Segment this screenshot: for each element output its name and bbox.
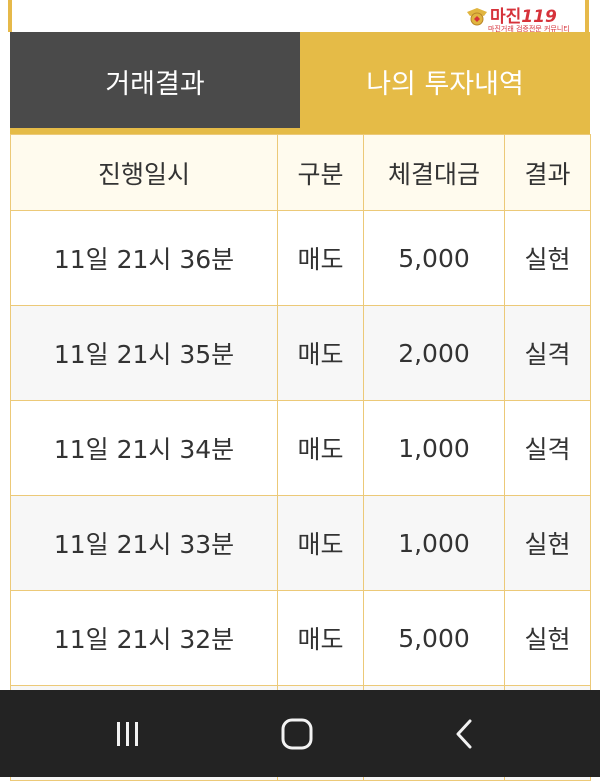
- header-result: 결과: [504, 134, 591, 211]
- recent-apps-button[interactable]: [68, 690, 188, 777]
- home-button[interactable]: [237, 690, 357, 777]
- table-row: 11일 21시 33분 매도 1,000 실현: [10, 495, 591, 591]
- cell-amount: 2,000: [363, 305, 505, 401]
- cell-datetime: 11일 21시 35분: [10, 305, 278, 401]
- table-row: 11일 21시 36분 매도 5,000 실현: [10, 210, 591, 306]
- header-type: 구분: [277, 134, 364, 211]
- table-row: 11일 21시 35분 매도 2,000 실격: [10, 305, 591, 401]
- cell-amount: 1,000: [363, 400, 505, 496]
- tab-my-investments[interactable]: 나의 투자내역: [300, 32, 590, 130]
- header-datetime: 진행일시: [10, 134, 278, 211]
- table-row: 11일 21시 34분 매도 1,000 실격: [10, 400, 591, 496]
- cell-type: 매도: [277, 590, 364, 686]
- cell-result: 실격: [504, 305, 591, 401]
- tab-trade-results[interactable]: 거래결과: [10, 32, 300, 130]
- cell-amount: 5,000: [363, 210, 505, 306]
- site-logo: 마진119 마진거래 검증전문 커뮤니티: [462, 2, 594, 36]
- cell-result: 실격: [504, 400, 591, 496]
- back-button[interactable]: [405, 690, 525, 777]
- investment-table: 진행일시 구분 체결대금 결과 11일 21시 36분 매도 5,000 실현 …: [10, 134, 591, 781]
- recent-apps-icon: [117, 721, 138, 746]
- cell-type: 매도: [277, 305, 364, 401]
- header-amount: 체결대금: [363, 134, 505, 211]
- cell-datetime: 11일 21시 36분: [10, 210, 278, 306]
- home-icon: [281, 718, 313, 749]
- table-header-row: 진행일시 구분 체결대금 결과: [10, 134, 591, 211]
- cell-result: 실현: [504, 495, 591, 591]
- cell-datetime: 11일 21시 33분: [10, 495, 278, 591]
- back-icon: [456, 719, 472, 748]
- cell-type: 매도: [277, 400, 364, 496]
- cell-amount: 5,000: [363, 590, 505, 686]
- cell-datetime: 11일 21시 32분: [10, 590, 278, 686]
- android-navigation-bar: [0, 690, 600, 777]
- cell-type: 매도: [277, 495, 364, 591]
- cell-amount: 1,000: [363, 495, 505, 591]
- left-border-line: [8, 0, 12, 32]
- table-row: 11일 21시 32분 매도 5,000 실현: [10, 590, 591, 686]
- cell-result: 실현: [504, 590, 591, 686]
- emblem-icon: [467, 8, 487, 26]
- cell-type: 매도: [277, 210, 364, 306]
- cell-datetime: 11일 21시 34분: [10, 400, 278, 496]
- tab-bar: 거래결과 나의 투자내역: [10, 32, 590, 130]
- cell-result: 실현: [504, 210, 591, 306]
